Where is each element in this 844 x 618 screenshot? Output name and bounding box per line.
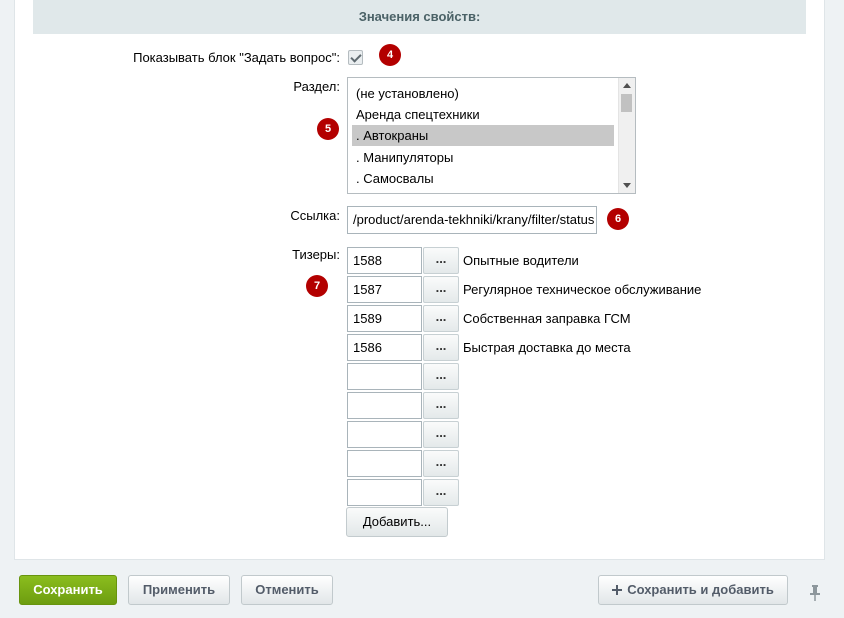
teaser-name: Опытные водители: [463, 253, 579, 268]
plus-icon: [612, 585, 623, 595]
save-button[interactable]: Сохранить: [19, 575, 117, 605]
teaser-id-input[interactable]: 1589: [347, 305, 422, 332]
apply-button[interactable]: Применить: [128, 575, 230, 605]
teaser-browse-button[interactable]: ...: [423, 392, 459, 419]
section-option[interactable]: . Самосвалы: [352, 168, 614, 189]
section-option[interactable]: Аренда спецтехники: [352, 104, 614, 125]
section-label: Раздел:: [293, 79, 340, 94]
link-label: Ссылка:: [290, 208, 340, 223]
section-header: Значения свойств:: [33, 0, 806, 34]
save-and-add-button[interactable]: Сохранить и добавить: [598, 575, 788, 605]
teaser-id-input[interactable]: 1587: [347, 276, 422, 303]
teaser-id-input[interactable]: [347, 450, 422, 477]
teaser-name: Собственная заправка ГСМ: [463, 311, 631, 326]
teaser-name: Быстрая доставка до места: [463, 340, 631, 355]
pin-icon[interactable]: [809, 584, 821, 602]
teasers-label: Тизеры:: [292, 247, 340, 262]
teaser-id-input[interactable]: 1586: [347, 334, 422, 361]
show-block-checkbox[interactable]: [348, 50, 363, 65]
teaser-id-input[interactable]: [347, 479, 422, 506]
link-input[interactable]: /product/arenda-tekhniki/krany/filter/st…: [347, 206, 597, 234]
teaser-id-input[interactable]: 1588: [347, 247, 422, 274]
section-option-selected[interactable]: . Автокраны: [352, 125, 614, 146]
callout-badge-6: 6: [607, 208, 629, 230]
teaser-browse-button[interactable]: ...: [423, 334, 459, 361]
section-listbox[interactable]: (не установлено) Аренда спецтехники . Ав…: [347, 77, 636, 194]
callout-badge-4: 4: [379, 44, 401, 66]
save-and-add-label: Сохранить и добавить: [627, 582, 774, 597]
teaser-browse-button[interactable]: ...: [423, 479, 459, 506]
teaser-browse-button[interactable]: ...: [423, 305, 459, 332]
scroll-thumb[interactable]: [621, 94, 632, 112]
scroll-up-arrow-icon[interactable]: [623, 83, 631, 88]
section-option[interactable]: (не установлено): [352, 83, 614, 104]
teaser-id-input[interactable]: [347, 363, 422, 390]
scroll-down-arrow-icon[interactable]: [623, 183, 631, 188]
teaser-browse-button[interactable]: ...: [423, 276, 459, 303]
listbox-scrollbar[interactable]: [618, 78, 635, 193]
add-teaser-button[interactable]: Добавить...: [346, 507, 448, 537]
teaser-browse-button[interactable]: ...: [423, 421, 459, 448]
teaser-browse-button[interactable]: ...: [423, 247, 459, 274]
callout-badge-7: 7: [306, 275, 328, 297]
section-option[interactable]: . Манипуляторы: [352, 147, 614, 168]
callout-badge-5: 5: [317, 118, 339, 140]
teaser-browse-button[interactable]: ...: [423, 363, 459, 390]
teaser-browse-button[interactable]: ...: [423, 450, 459, 477]
show-block-label: Показывать блок "Задать вопрос":: [133, 50, 340, 65]
cancel-button[interactable]: Отменить: [241, 575, 333, 605]
teaser-id-input[interactable]: [347, 421, 422, 448]
teaser-name: Регулярное техническое обслуживание: [463, 282, 702, 297]
teaser-id-input[interactable]: [347, 392, 422, 419]
